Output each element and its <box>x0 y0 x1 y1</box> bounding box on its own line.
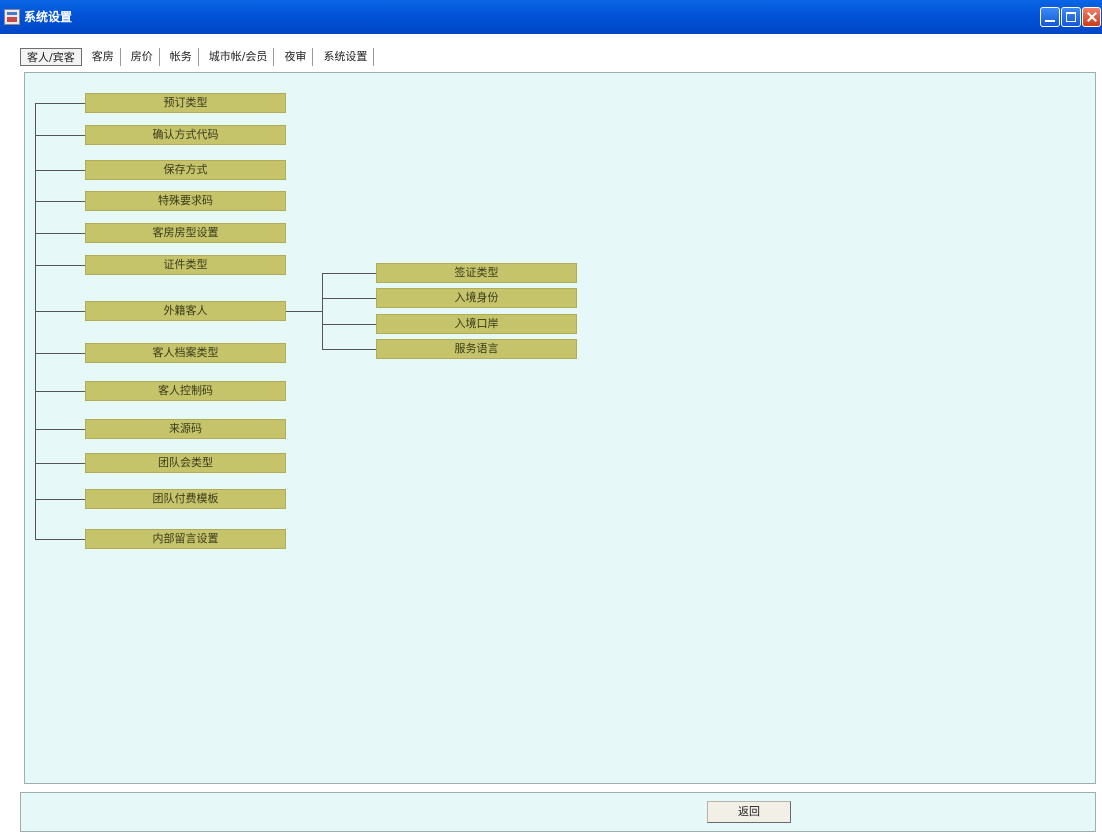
connector <box>35 391 85 392</box>
title-bar: 系统设置 <box>0 0 1102 34</box>
connector <box>35 539 85 540</box>
tree-node[interactable]: 外籍客人 <box>85 301 286 321</box>
tab-strip: 客人/宾客 客房 房价 帐务 城市帐/会员 夜审 系统设置 <box>20 48 378 68</box>
back-button[interactable]: 返回 <box>707 801 791 823</box>
footer-bar: 返回 <box>20 792 1096 832</box>
close-button[interactable] <box>1082 7 1101 27</box>
tree-node[interactable]: 签证类型 <box>376 263 577 283</box>
connector <box>35 353 85 354</box>
settings-tree: 预订类型 确认方式代码 保存方式 特殊要求码 客房房型设置 证件类型 外籍客人 … <box>25 73 1095 783</box>
tab-rate[interactable]: 房价 <box>125 48 160 66</box>
tree-node[interactable]: 客人档案类型 <box>85 343 286 363</box>
connector <box>35 499 85 500</box>
connector <box>286 311 322 312</box>
tree-node[interactable]: 保存方式 <box>85 160 286 180</box>
tab-night-audit[interactable]: 夜审 <box>278 48 314 66</box>
app-icon <box>4 9 20 25</box>
connector <box>35 463 85 464</box>
tree-node[interactable]: 预订类型 <box>85 93 286 113</box>
sub-trunk <box>322 273 323 349</box>
connector <box>35 429 85 430</box>
connector <box>35 170 85 171</box>
tree-node[interactable]: 团队会类型 <box>85 453 286 473</box>
tab-system[interactable]: 系统设置 <box>317 48 375 66</box>
close-icon <box>1087 12 1097 22</box>
connector <box>35 265 85 266</box>
tab-room[interactable]: 客房 <box>86 48 121 66</box>
connector <box>35 135 85 136</box>
client-area: 客人/宾客 客房 房价 帐务 城市帐/会员 夜审 系统设置 预订类型 确认方式代… <box>0 34 1102 836</box>
tree-node[interactable]: 来源码 <box>85 419 286 439</box>
tree-node[interactable]: 内部留言设置 <box>85 529 286 549</box>
tab-account[interactable]: 帐务 <box>164 48 199 66</box>
connector <box>35 311 85 312</box>
tree-node[interactable]: 入境身份 <box>376 288 577 308</box>
tree-node[interactable]: 确认方式代码 <box>85 125 286 145</box>
connector <box>322 324 376 325</box>
connector <box>322 349 376 350</box>
maximize-icon <box>1066 12 1076 22</box>
tree-node[interactable]: 服务语言 <box>376 339 577 359</box>
tree-node[interactable]: 客房房型设置 <box>85 223 286 243</box>
connector <box>35 233 85 234</box>
connector <box>322 273 376 274</box>
tree-node[interactable]: 特殊要求码 <box>85 191 286 211</box>
settings-panel: 预订类型 确认方式代码 保存方式 特殊要求码 客房房型设置 证件类型 外籍客人 … <box>24 72 1096 784</box>
minimize-button[interactable] <box>1040 7 1060 27</box>
minimize-icon <box>1045 12 1055 22</box>
connector <box>35 103 85 104</box>
tab-city-ledger[interactable]: 城市帐/会员 <box>203 48 275 66</box>
maximize-button[interactable] <box>1061 7 1081 27</box>
tree-node[interactable]: 客人控制码 <box>85 381 286 401</box>
tree-trunk <box>35 103 36 539</box>
tree-node[interactable]: 入境口岸 <box>376 314 577 334</box>
tab-guest[interactable]: 客人/宾客 <box>20 48 82 66</box>
tree-node[interactable]: 团队付费模板 <box>85 489 286 509</box>
connector <box>322 298 376 299</box>
window-title: 系统设置 <box>24 10 73 24</box>
tree-node[interactable]: 证件类型 <box>85 255 286 275</box>
connector <box>35 201 85 202</box>
